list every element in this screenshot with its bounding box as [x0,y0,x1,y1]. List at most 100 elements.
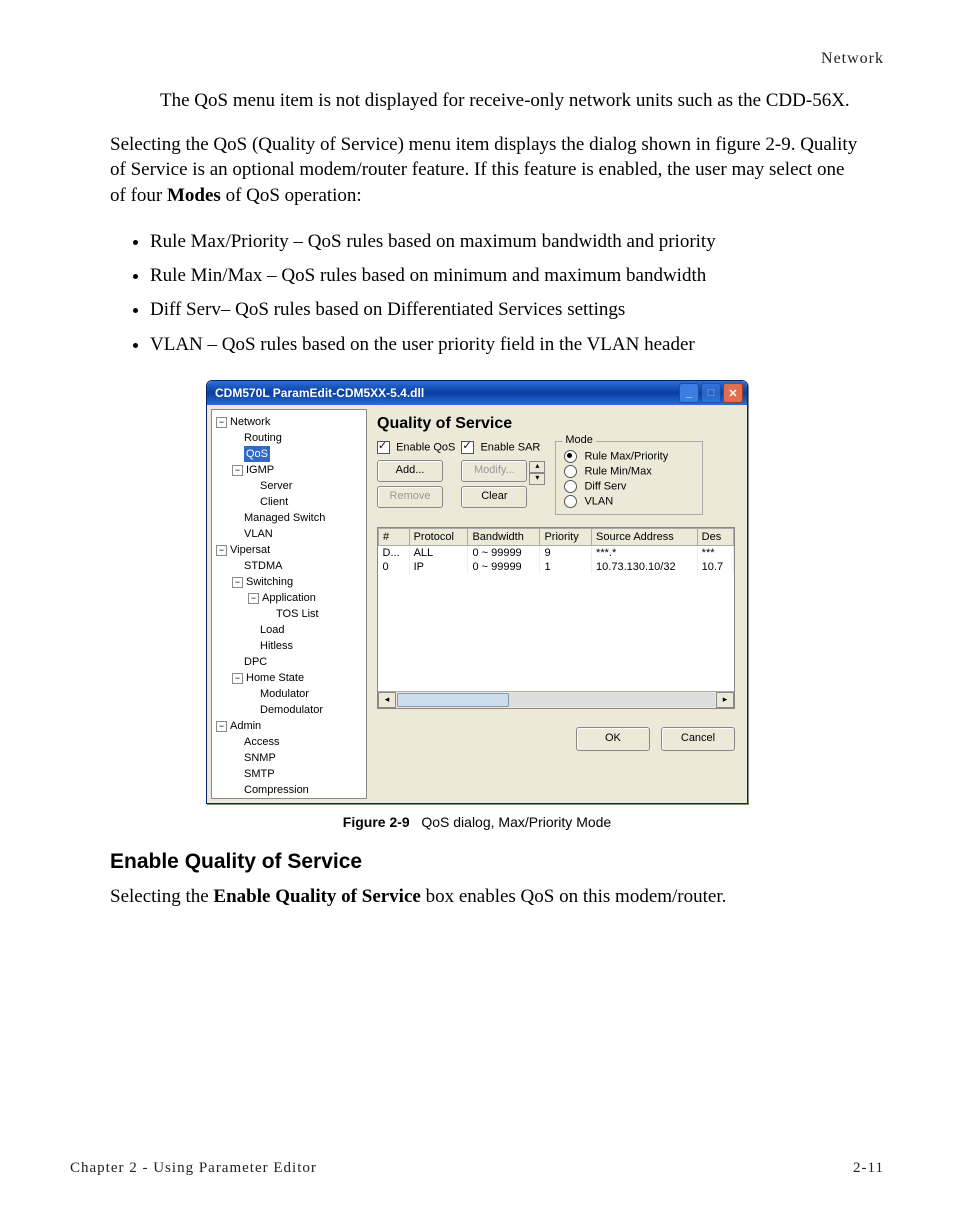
tree-item-label: Hitless [260,640,293,652]
cell: 10.7 [697,560,733,574]
tree-item[interactable]: DPC [214,654,364,670]
expand-icon[interactable]: − [232,577,243,588]
tree-item[interactable]: −Home State [214,670,364,686]
cell: 0 ~ 99999 [468,560,540,574]
intro-modes-bold: Modes [167,185,221,206]
add-button[interactable]: Add... [377,460,443,482]
bullet-item: VLAN – QoS rules based on the user prior… [150,330,884,360]
mode-radio-maxpriority[interactable] [564,450,577,463]
tree-item[interactable]: Server [214,478,364,494]
tree-item[interactable]: VLAN [214,526,364,542]
intro-paragraph: Selecting the QoS (Quality of Service) m… [110,132,864,209]
enable-paragraph: Selecting the Enable Quality of Service … [110,884,864,910]
scroll-left-icon[interactable]: ◂ [378,692,396,708]
tree-item[interactable]: STDMA [214,558,364,574]
tree-item[interactable]: Load [214,622,364,638]
enable-text-c: box enables QoS on this modem/router. [421,886,727,907]
tree-item-label: Vipersat [230,544,270,556]
cell: 1 [540,560,592,574]
bullet-item: Diff Serv– QoS rules based on Differenti… [150,295,884,325]
qos-dialog: CDM570L ParamEdit-CDM5XX-5.4.dll _ □ ✕ −… [206,380,748,804]
tree-item-label: Network [230,416,270,428]
expand-icon[interactable]: − [232,465,243,476]
tree-item[interactable]: −Application [214,590,364,606]
col-source[interactable]: Source Address [592,529,698,546]
clear-button[interactable]: Clear [461,486,527,508]
rules-table[interactable]: # Protocol Bandwidth Priority Source Add… [378,528,734,574]
mode-radio-minmax[interactable] [564,465,577,478]
tree-item[interactable]: SMTP [214,766,364,782]
col-des[interactable]: Des [697,529,733,546]
cell: 10.73.130.10/32 [592,560,698,574]
scroll-right-icon[interactable]: ▸ [716,692,734,708]
page-header-section: Network [70,50,884,68]
expand-icon[interactable]: − [248,593,259,604]
dialog-title: CDM570L ParamEdit-CDM5XX-5.4.dll [215,386,424,400]
ok-button[interactable]: OK [576,727,650,751]
tree-item[interactable]: TOS List [214,606,364,622]
tree-item[interactable]: Hitless [214,638,364,654]
mode-label: Diff Serv [584,481,626,493]
col-bandwidth[interactable]: Bandwidth [468,529,540,546]
mode-radio-diffserv[interactable] [564,480,577,493]
expand-icon[interactable]: − [216,417,227,428]
enable-sar-checkbox[interactable] [461,441,474,454]
pane-title: Quality of Service [377,415,735,433]
cancel-button[interactable]: Cancel [661,727,735,751]
tree-item[interactable]: −Admin [214,718,364,734]
expand-icon[interactable]: − [232,673,243,684]
col-num[interactable]: # [379,529,410,546]
modify-button: Modify... [461,460,527,482]
col-priority[interactable]: Priority [540,529,592,546]
tree-item-label: SMTP [244,768,275,780]
expand-icon[interactable]: − [216,545,227,556]
tree-item-label: Load [260,624,284,636]
tree-item[interactable]: −IGMP [214,462,364,478]
mode-label: Rule Max/Priority [584,451,668,463]
tree-item[interactable]: Modulator [214,686,364,702]
expand-icon[interactable]: − [216,721,227,732]
tree-item-label: QoS [244,446,270,462]
tree-item-label: IGMP [246,464,274,476]
enable-qos-checkbox[interactable] [377,441,390,454]
figure-label: Figure 2-9 [343,814,410,830]
tree-item[interactable]: Managed Switch [214,510,364,526]
mode-radio-vlan[interactable] [564,495,577,508]
tree-item[interactable]: Client [214,494,364,510]
tree-item-label: Demodulator [260,704,323,716]
tree-item[interactable]: −Vipersat [214,542,364,558]
tree-item[interactable]: −Switching [214,574,364,590]
tree-item[interactable]: QoS [214,446,364,462]
cell: 9 [540,546,592,561]
dialog-titlebar[interactable]: CDM570L ParamEdit-CDM5XX-5.4.dll _ □ ✕ [207,381,747,405]
col-protocol[interactable]: Protocol [409,529,468,546]
tree-item[interactable]: Access [214,734,364,750]
close-button[interactable]: ✕ [723,383,743,403]
spin-down-icon[interactable]: ▾ [529,473,545,485]
table-row[interactable]: D... ALL 0 ~ 99999 9 ***.* *** [379,546,734,561]
priority-spinner[interactable]: ▴ ▾ [529,461,545,485]
tree-item-label: STDMA [244,560,283,572]
tree-item-label: Managed Switch [244,512,325,524]
spin-up-icon[interactable]: ▴ [529,461,545,473]
tree-item[interactable]: Demodulator [214,702,364,718]
footer-right: 2-11 [853,1160,884,1177]
tree-item[interactable]: Triple DES [214,798,364,799]
maximize-button[interactable]: □ [701,383,721,403]
tree-item-label: VLAN [244,528,273,540]
remove-button: Remove [377,486,443,508]
tree-item[interactable]: Compression [214,782,364,798]
horizontal-scrollbar[interactable]: ◂ ▸ [378,691,734,708]
minimize-button[interactable]: _ [679,383,699,403]
scroll-thumb[interactable] [397,693,509,707]
tree-item-label: Modulator [260,688,309,700]
cell: IP [409,560,468,574]
figure-caption-text: QoS dialog, Max/Priority Mode [421,814,611,830]
tree-item[interactable]: Routing [214,430,364,446]
nav-tree[interactable]: −NetworkRoutingQoS−IGMPServerClientManag… [211,409,367,799]
table-row[interactable]: 0 IP 0 ~ 99999 1 10.73.130.10/32 10.7 [379,560,734,574]
tree-item[interactable]: SNMP [214,750,364,766]
tree-item-label: Compression [244,784,309,796]
mode-label: VLAN [584,496,613,508]
tree-item[interactable]: −Network [214,414,364,430]
